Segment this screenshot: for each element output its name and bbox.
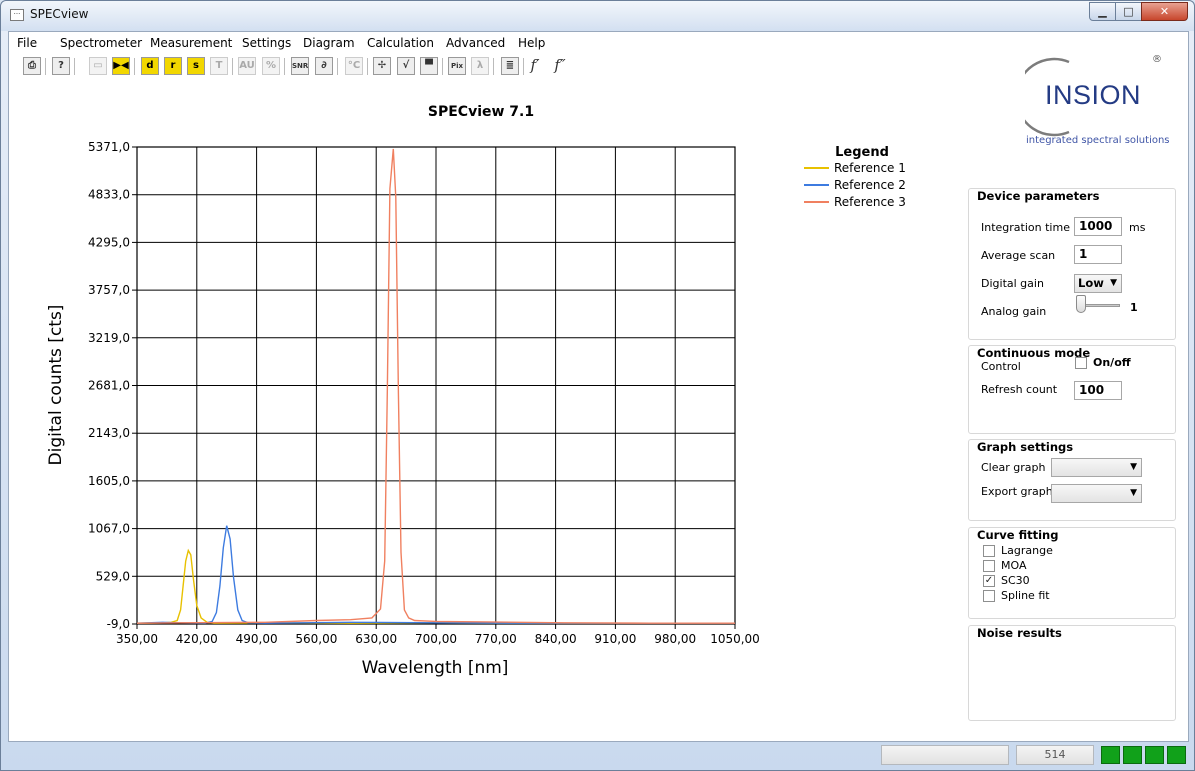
integration-time-label: Integration time	[981, 221, 1070, 234]
analog-gain-slider-track[interactable]	[1080, 304, 1120, 307]
fit-checkbox-sc30[interactable]: ✓	[983, 575, 995, 587]
noise-results-panel: Noise results	[968, 625, 1176, 721]
y-tick-label: 1067,0	[88, 522, 130, 536]
logo-name: INSION	[1045, 80, 1142, 110]
maximize-button[interactable]: □	[1115, 2, 1142, 21]
onoff-checkbox[interactable]	[1075, 357, 1087, 369]
legend-title: Legend	[835, 145, 889, 160]
chevron-down-icon: ▼	[1110, 278, 1117, 288]
fit-checkbox-moa[interactable]	[983, 560, 995, 572]
analog-gain-slider-thumb[interactable]	[1076, 295, 1086, 313]
legend: Reference 1 Reference 2 Reference 3	[804, 161, 906, 209]
control-label: Control	[981, 360, 1021, 373]
curve-fitting-panel: Curve fitting Lagrange MOA ✓ SC30 Spline fit	[968, 527, 1176, 619]
status-led	[1123, 746, 1142, 764]
digital-gain-label: Digital gain	[981, 277, 1044, 290]
x-tick-label: 770,00	[475, 632, 517, 646]
refresh-count-input[interactable]: 100	[1074, 381, 1122, 400]
panel-title: Graph settings	[977, 440, 1074, 454]
export-graph-label: Export graph	[981, 485, 1053, 498]
x-tick-label: 560,00	[295, 632, 337, 646]
status-led	[1167, 746, 1186, 764]
fit-option-label: Spline fit	[1001, 589, 1050, 602]
client-area: File Spectrometer Measurement Settings Diagr…	[8, 31, 1189, 742]
y-tick-label: 4833,0	[88, 188, 130, 202]
y-tick-label: 1605,0	[88, 474, 130, 488]
fit-option-label: MOA	[1001, 559, 1027, 572]
fit-checkbox-lagrange[interactable]	[983, 545, 995, 557]
y-tick-label: 3757,0	[88, 283, 130, 297]
minimize-button[interactable]: ▁	[1089, 2, 1116, 21]
chart-title: SPECview 7.1	[428, 104, 534, 120]
x-tick-label: 980,00	[654, 632, 696, 646]
fit-option-label: Lagrange	[1001, 544, 1053, 557]
panel-title: Curve fitting	[977, 528, 1059, 542]
y-tick-label: 2143,0	[88, 426, 130, 440]
fit-option-label: SC30	[1001, 574, 1030, 587]
x-axis-label: Wavelength [nm]	[362, 658, 509, 678]
clear-graph-select[interactable]: ▼	[1051, 458, 1142, 477]
x-tick-label: 840,00	[535, 632, 577, 646]
insion-logo: INSION ® integrated spectral solutions	[1025, 54, 1171, 150]
chevron-down-icon: ▼	[1130, 488, 1137, 498]
clear-graph-label: Clear graph	[981, 461, 1046, 474]
continuous-mode-panel: Continuous mode Control On/off Refresh c…	[968, 345, 1176, 434]
legend-entry: Reference 3	[834, 195, 906, 209]
device-parameters-panel: Device parameters Integration time 1000 …	[968, 188, 1176, 340]
x-tick-label: 420,00	[176, 632, 218, 646]
x-tick-label: 630,00	[355, 632, 397, 646]
title-bar[interactable]: ··· SPECview ▁ □ ✕	[1, 1, 1194, 31]
export-graph-select[interactable]: ▼	[1051, 484, 1142, 503]
y-tick-label: 3219,0	[88, 331, 130, 345]
y-tick-label: 5371,0	[88, 140, 130, 154]
status-field-empty	[881, 745, 1009, 765]
graph-settings-panel: Graph settings Clear graph ▼ Export grap…	[968, 439, 1176, 521]
refresh-count-label: Refresh count	[981, 383, 1058, 396]
spectrum-chart[interactable]: SPECview 7.1 350,00 420,00 490,00 560,00 630…	[9, 32, 959, 743]
panel-title: Device parameters	[977, 189, 1100, 203]
panel-title: Noise results	[977, 626, 1062, 640]
app-icon[interactable]: ···	[10, 9, 24, 21]
average-scan-label: Average scan	[981, 249, 1056, 262]
status-pixel-value: 514	[1016, 745, 1094, 765]
legend-entry: Reference 1	[834, 161, 906, 175]
onoff-label: On/off	[1093, 356, 1131, 369]
status-bar: 514	[1, 741, 1194, 771]
logo-registered: ®	[1152, 54, 1162, 65]
y-axis-label: Digital counts [cts]	[46, 305, 66, 466]
integration-unit: ms	[1129, 221, 1146, 234]
chevron-down-icon: ▼	[1130, 462, 1137, 472]
y-tick-label: 4295,0	[88, 235, 130, 249]
y-tick-label: -9,0	[107, 617, 130, 631]
legend-entry: Reference 2	[834, 178, 906, 192]
integration-time-input[interactable]: 1000	[1074, 217, 1122, 236]
digital-gain-value: Low	[1078, 276, 1104, 290]
window-title: SPECview	[30, 7, 89, 21]
panel-title: Continuous mode	[977, 346, 1091, 360]
average-scan-input[interactable]: 1	[1074, 245, 1122, 264]
y-tick-label: 2681,0	[88, 379, 130, 393]
y-tick-label: 529,0	[96, 569, 130, 583]
x-tick-label: 350,00	[116, 632, 158, 646]
x-tick-label: 700,00	[415, 632, 457, 646]
status-led	[1145, 746, 1164, 764]
analog-gain-label: Analog gain	[981, 305, 1047, 318]
status-led	[1101, 746, 1120, 764]
x-tick-label: 1050,00	[710, 632, 760, 646]
fit-checkbox-spline-fit[interactable]	[983, 590, 995, 602]
x-tick-label: 490,00	[236, 632, 278, 646]
digital-gain-select[interactable]: Low ▼	[1074, 274, 1122, 293]
logo-tagline: integrated spectral solutions	[1026, 135, 1170, 146]
x-tick-label: 910,00	[594, 632, 636, 646]
analog-gain-value: 1	[1130, 301, 1138, 314]
close-button[interactable]: ✕	[1141, 2, 1188, 21]
application-window: ··· SPECview ▁ □ ✕ File Spectrometer Measu…	[0, 0, 1195, 771]
